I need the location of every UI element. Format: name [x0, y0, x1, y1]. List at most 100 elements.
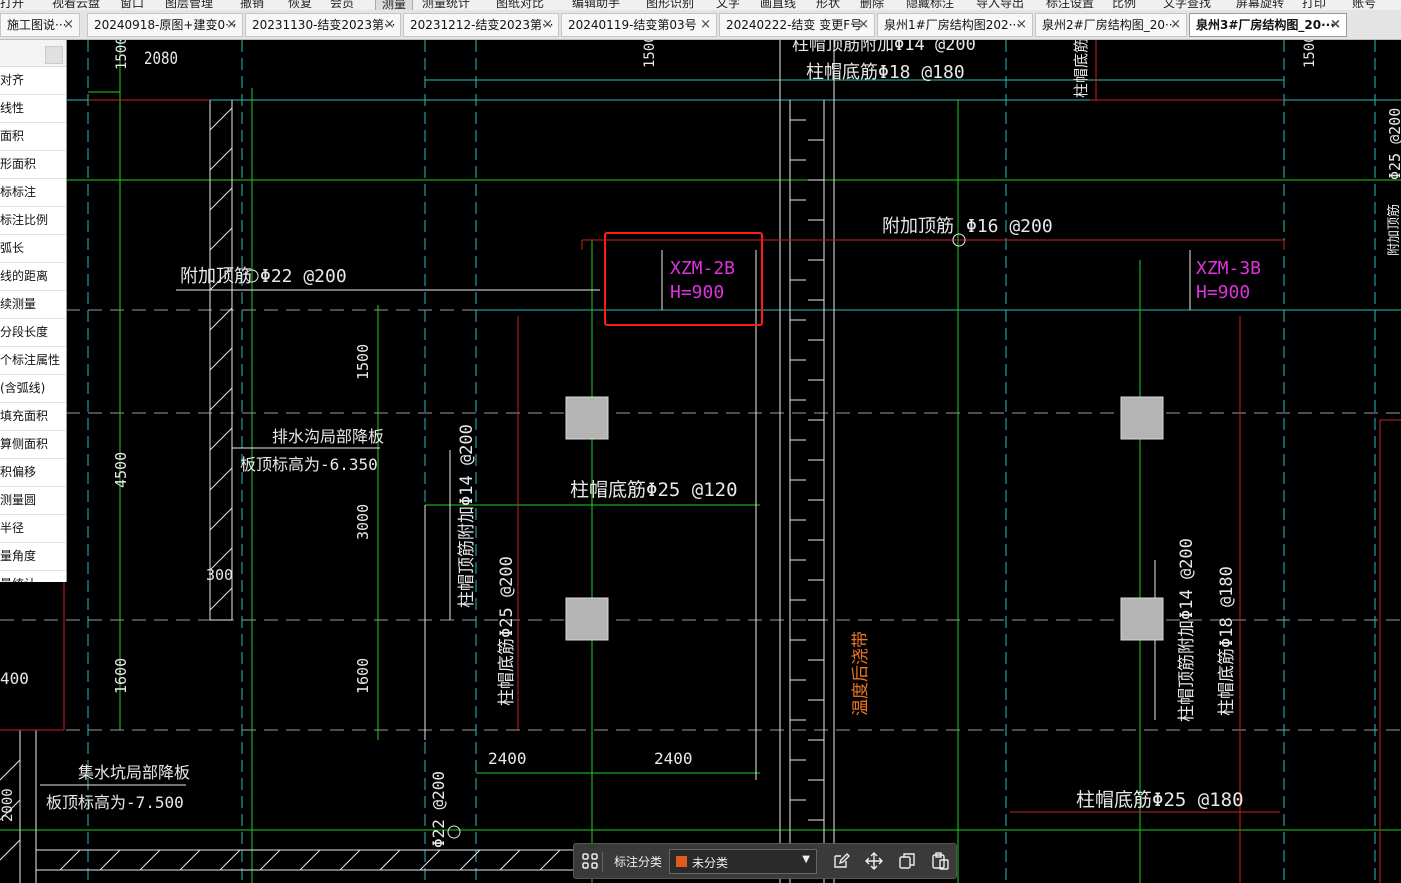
selection-highlight-box[interactable]	[604, 232, 763, 326]
tab-label: 泉州2#厂房结构图_20···	[1042, 18, 1177, 32]
menu-item[interactable]: 导入导出	[976, 0, 1024, 10]
measure-tool-item[interactable]: 个标注属性	[0, 347, 66, 375]
vertical-rebar-note-1: 柱帽顶筋附加Φ14 @200	[457, 424, 477, 608]
document-tab[interactable]: 施工图说··· ×	[0, 13, 80, 37]
menu-item[interactable]: 形状	[816, 0, 840, 10]
dim-4500: 4500	[112, 452, 130, 488]
top-rebar-note-b: 柱帽底筋Φ18 @180	[806, 62, 965, 83]
dim-2000: 2000	[0, 788, 16, 822]
panel-pin-icon[interactable]	[45, 46, 63, 64]
grid-icon[interactable]	[580, 852, 600, 872]
dim-3000: 3000	[354, 504, 372, 540]
menu-item[interactable]: 图纸对比	[496, 0, 544, 10]
measure-tool-item[interactable]: 积偏移	[0, 459, 66, 487]
document-tab[interactable]: 泉州3#厂房结构图_20··· ×	[1189, 13, 1347, 37]
menu-item[interactable]: 视看云盘	[52, 0, 100, 10]
document-tab[interactable]: 20240222-结变 变更F号 ×	[719, 13, 875, 37]
menu-item[interactable]: 测量	[375, 0, 414, 10]
measure-tool-item[interactable]: 对齐	[0, 67, 66, 95]
close-icon[interactable]: ×	[384, 14, 395, 36]
menu-item[interactable]: 恢复	[288, 0, 312, 10]
measure-tool-item[interactable]: 弧长	[0, 235, 66, 263]
menu-item[interactable]: 编辑助手	[572, 0, 620, 10]
dim-2400-right: 2400	[654, 749, 693, 768]
menu-item[interactable]: 打开	[0, 0, 24, 10]
measure-tool-item[interactable]: 量统计	[0, 571, 66, 582]
measure-tool-item[interactable]: 量角度	[0, 543, 66, 571]
close-icon[interactable]: ×	[542, 14, 553, 36]
white-structure-lines	[19, 40, 835, 883]
measure-tool-item[interactable]: 测量圆	[0, 487, 66, 515]
measure-tool-item[interactable]: (含弧线)	[0, 375, 66, 403]
column-cap-height-xzm2b[interactable]: H=900	[670, 282, 724, 303]
menu-item[interactable]: 账号	[1352, 0, 1376, 10]
document-tab[interactable]: 泉州1#厂房结构图202··· ×	[877, 13, 1033, 37]
tab-label: 20240222-结变 变更F号	[726, 18, 863, 32]
paste-icon[interactable]	[930, 852, 950, 872]
menu-item[interactable]: 文字	[716, 0, 740, 10]
dim-400: 400	[0, 669, 29, 688]
document-tab[interactable]: 20231212-结变2023第··· ×	[403, 13, 559, 37]
top-rebar-note-e: 附加顶筋	[1386, 204, 1401, 256]
menu-item[interactable]: 文字查找	[1163, 0, 1211, 10]
document-tab[interactable]: 20231130-结变2023第··· ×	[245, 13, 401, 37]
dim-1500-mid: 1500	[642, 40, 658, 68]
menu-item[interactable]: 画直线	[760, 0, 796, 10]
menu-item[interactable]: 撤销	[240, 0, 264, 10]
measure-tool-item[interactable]: 面积	[0, 123, 66, 151]
column-cap-label-xzm2b[interactable]: XZM-2B	[670, 258, 735, 279]
measure-tool-item[interactable]: 线的距离	[0, 263, 66, 291]
column-cap-label-xzm3b[interactable]: XZM-3B	[1196, 258, 1261, 279]
menu-item[interactable]: 图层管理	[165, 0, 213, 10]
document-tab[interactable]: 20240119-结变第03号 ×	[561, 13, 717, 37]
close-icon[interactable]: ×	[858, 14, 869, 36]
edit-icon[interactable]	[831, 852, 851, 872]
measure-tool-item[interactable]: 标注比例	[0, 207, 66, 235]
measure-tool-item[interactable]: 续测量	[0, 291, 66, 319]
document-tab-bar: 施工图说··· × 20240918-原图+建变0··· × 20231130-结变20…	[0, 10, 1401, 40]
measure-tool-item[interactable]: 填充面积	[0, 403, 66, 431]
tab-label: 20231130-结变2023第···	[252, 18, 396, 32]
menu-item[interactable]: 窗口	[120, 0, 144, 10]
tab-label: 20240119-结变第03号	[568, 18, 697, 32]
copy-icon[interactable]	[897, 852, 917, 872]
panel-header	[0, 40, 66, 67]
post-cast-strip-note: 温度后浇带	[851, 631, 871, 716]
menu-item[interactable]: 标注设置	[1046, 0, 1094, 10]
dim-2400-left: 2400	[488, 749, 527, 768]
measure-tool-item[interactable]: 分段长度	[0, 319, 66, 347]
close-icon[interactable]: ×	[226, 14, 237, 36]
close-icon[interactable]: ×	[63, 14, 74, 36]
measure-tool-item[interactable]: 形面积	[0, 151, 66, 179]
menu-item[interactable]: 图形识别	[646, 0, 694, 10]
menu-item[interactable]: 隐藏标注	[906, 0, 954, 10]
annotation-category-select[interactable]: 未分类 ▼	[669, 849, 817, 874]
tab-label: 泉州1#厂房结构图202···	[884, 18, 1021, 32]
post-cast-strip	[789, 100, 825, 883]
move-icon[interactable]	[864, 852, 884, 872]
dim-2080: 2080	[144, 49, 178, 69]
close-icon[interactable]: ×	[700, 14, 711, 36]
measure-tool-item[interactable]: 半径	[0, 515, 66, 543]
menu-item[interactable]: 删除	[860, 0, 884, 10]
menu-item[interactable]: 测量统计	[422, 0, 470, 10]
document-tab[interactable]: 20240918-原图+建变0··· ×	[87, 13, 243, 37]
category-value: 未分类	[692, 856, 729, 870]
cad-drawing-canvas[interactable]: 2080 1500 1500 1500 柱帽顶筋附加Φ14 @200 柱帽底筋Φ…	[0, 40, 1401, 883]
menu-item[interactable]: 比例	[1112, 0, 1136, 10]
menu-item[interactable]: 会员	[330, 0, 354, 10]
document-tab[interactable]: 泉州2#厂房结构图_20··· ×	[1035, 13, 1187, 37]
right-vertical-rebar-2: 柱帽底筋Φ18 @180	[1217, 566, 1237, 716]
category-color-swatch	[676, 856, 687, 867]
measure-tool-item[interactable]: 线性	[0, 95, 66, 123]
slab-elevation-2: 板顶标高为-7.500	[46, 793, 184, 812]
close-icon[interactable]: ×	[1016, 14, 1027, 36]
close-icon[interactable]: ×	[1330, 14, 1341, 36]
column-cap-height-xzm3b[interactable]: H=900	[1196, 282, 1250, 303]
measure-tool-item[interactable]: 标标注	[0, 179, 66, 207]
menu-item[interactable]: 屏幕旋转	[1236, 0, 1284, 10]
close-icon[interactable]: ×	[1170, 14, 1181, 36]
measure-tool-item[interactable]: 算侧面积	[0, 431, 66, 459]
menu-item[interactable]: 打印	[1302, 0, 1326, 10]
tab-label: 施工图说···	[7, 18, 67, 32]
